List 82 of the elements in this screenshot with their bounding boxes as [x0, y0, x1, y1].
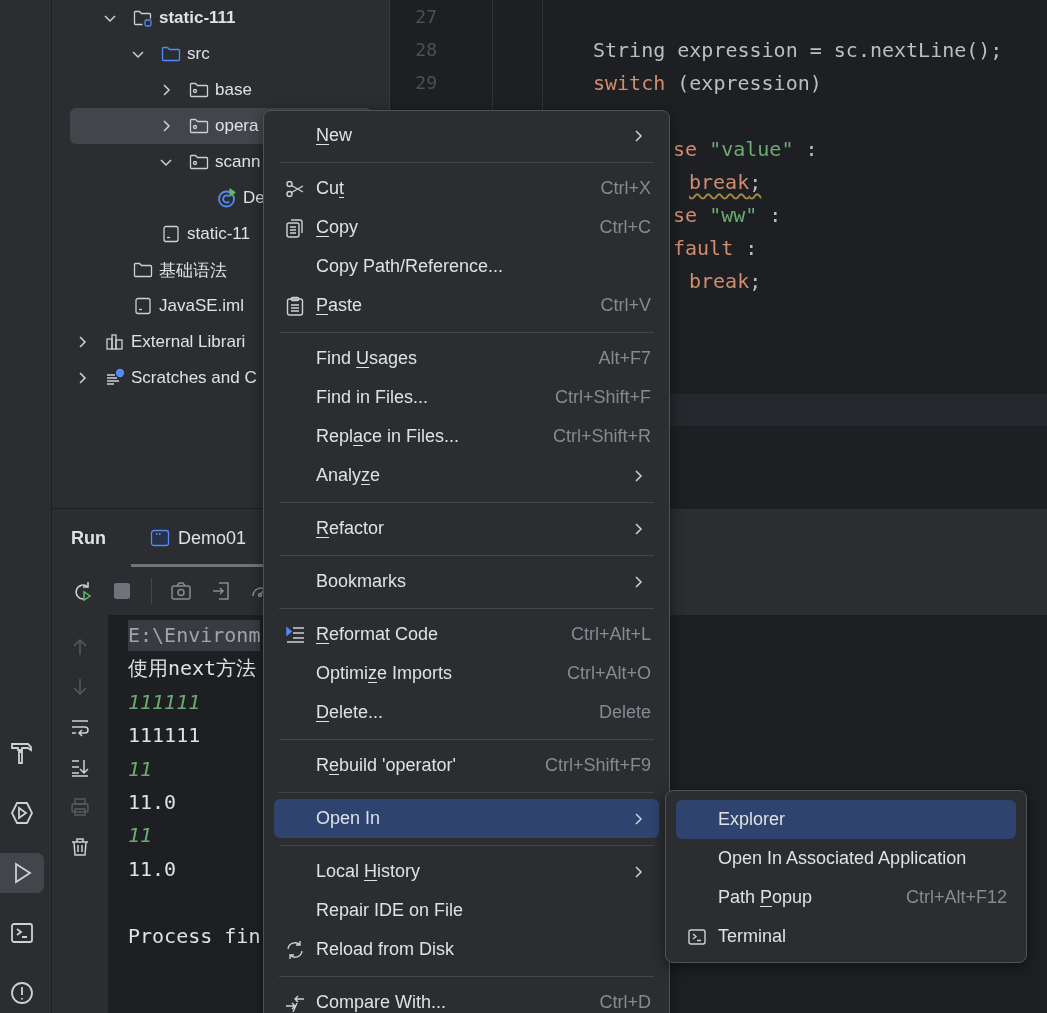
menu-item[interactable]: Delete... Delete: [274, 693, 659, 732]
scratches-icon: [105, 368, 125, 388]
module-folder-icon: [133, 8, 153, 28]
menu-item[interactable]: Analyze: [274, 456, 659, 495]
file-icon: [161, 224, 181, 244]
tool-window-button[interactable]: [0, 853, 44, 893]
scroll-to-end-icon[interactable]: [70, 757, 90, 777]
menu-item[interactable]: Open In Associated Application: [676, 839, 1016, 878]
menu-item[interactable]: Bookmarks: [274, 562, 659, 601]
class-icon: [217, 188, 237, 208]
exclamation-icon: [9, 980, 35, 1006]
code-line: String expression = sc.nextLine();: [593, 37, 1003, 62]
hammer-icon: [9, 740, 35, 766]
window-icon: [150, 528, 170, 548]
clipboard-icon: [285, 295, 305, 316]
console-line: 使用next方法: [128, 656, 257, 681]
shortcut-text: Ctrl+Shift+F: [554, 387, 651, 408]
tree-item[interactable]: base: [70, 72, 372, 108]
shortcut-text: Delete: [598, 702, 651, 723]
menu-item[interactable]: Explorer: [676, 800, 1016, 839]
console-line: 111111: [128, 689, 201, 714]
folder-icon: [133, 260, 153, 280]
menu-item[interactable]: Terminal: [676, 917, 1016, 956]
shortcut-text: Ctrl+Alt+L: [570, 624, 651, 645]
libraries-icon: [105, 332, 125, 352]
menu-item[interactable]: Repair IDE on File: [274, 891, 659, 930]
hexagon-play-icon: [9, 800, 35, 826]
menu-item[interactable]: Open In: [274, 799, 659, 838]
console-line: 11: [128, 823, 153, 848]
tree-item[interactable]: src: [70, 36, 372, 72]
shortcut-text: Ctrl+Alt+F12: [905, 887, 1007, 908]
source-folder-icon: [161, 44, 181, 64]
stop-icon[interactable]: [111, 580, 133, 602]
console-line: 11: [128, 756, 153, 781]
package-folder-icon: [189, 116, 209, 136]
reformat-icon: [285, 624, 305, 645]
console-line: 11.0: [128, 856, 177, 881]
menu-item[interactable]: Optimize Imports Ctrl+Alt+O: [274, 654, 659, 693]
shortcut-text: Ctrl+Shift+R: [552, 426, 651, 447]
code-line: fault :: [673, 235, 758, 260]
login-arrow-icon[interactable]: [210, 580, 232, 602]
camera-icon[interactable]: [170, 580, 192, 602]
shortcut-text: Ctrl+X: [600, 178, 651, 199]
code-line: se "ww" :: [673, 202, 782, 227]
menu-item[interactable]: Compare With... Ctrl+D: [274, 983, 659, 1013]
package-folder-icon: [189, 152, 209, 172]
trash-icon[interactable]: [70, 837, 90, 857]
menu-item[interactable]: Find Usages Alt+F7: [274, 339, 659, 378]
menu-item[interactable]: Copy Path/Reference...: [274, 247, 659, 286]
console-line: 111111: [128, 723, 201, 748]
menu-item[interactable]: Rebuild 'operator' Ctrl+Shift+F9: [274, 746, 659, 785]
menu-item[interactable]: Reformat Code Ctrl+Alt+L: [274, 615, 659, 654]
package-folder-icon: [189, 80, 209, 100]
shortcut-text: Alt+F7: [598, 348, 651, 369]
console-line: 11.0: [128, 789, 177, 814]
menu-item[interactable]: Paste Ctrl+V: [274, 286, 659, 325]
copy-icon: [285, 217, 305, 238]
scissors-icon: [285, 178, 305, 199]
panel-title: Run: [71, 527, 106, 549]
menu-item[interactable]: Find in Files... Ctrl+Shift+F: [274, 378, 659, 417]
code-line: break;: [689, 268, 762, 293]
terminal-icon: [687, 926, 707, 947]
terminal-icon: [9, 920, 35, 946]
code-line: switch (expression): [593, 70, 822, 95]
shortcut-text: Ctrl+D: [599, 992, 651, 1013]
menu-item[interactable]: Copy Ctrl+C: [274, 208, 659, 247]
menu-item[interactable]: Refactor: [274, 509, 659, 548]
menu-item[interactable]: Reload from Disk: [274, 930, 659, 969]
shortcut-text: Ctrl+Alt+O: [566, 663, 651, 684]
tree-item[interactable]: static-111: [70, 0, 372, 36]
shortcut-text: Ctrl+Shift+F9: [544, 755, 651, 776]
console-line: Process fin: [128, 923, 261, 948]
menu-item[interactable]: Local History: [274, 852, 659, 891]
code-line: break;: [689, 169, 762, 194]
file-icon: [133, 296, 153, 316]
menu-item[interactable]: Replace in Files... Ctrl+Shift+R: [274, 417, 659, 456]
reload-icon: [285, 939, 305, 960]
shortcut-text: Ctrl+C: [599, 217, 651, 238]
shortcut-text: Ctrl+V: [600, 295, 651, 316]
soft-wrap-icon[interactable]: [70, 717, 90, 737]
code-line: se "value" :: [673, 136, 818, 161]
menu-item[interactable]: Path Popup Ctrl+Alt+F12: [676, 878, 1016, 917]
